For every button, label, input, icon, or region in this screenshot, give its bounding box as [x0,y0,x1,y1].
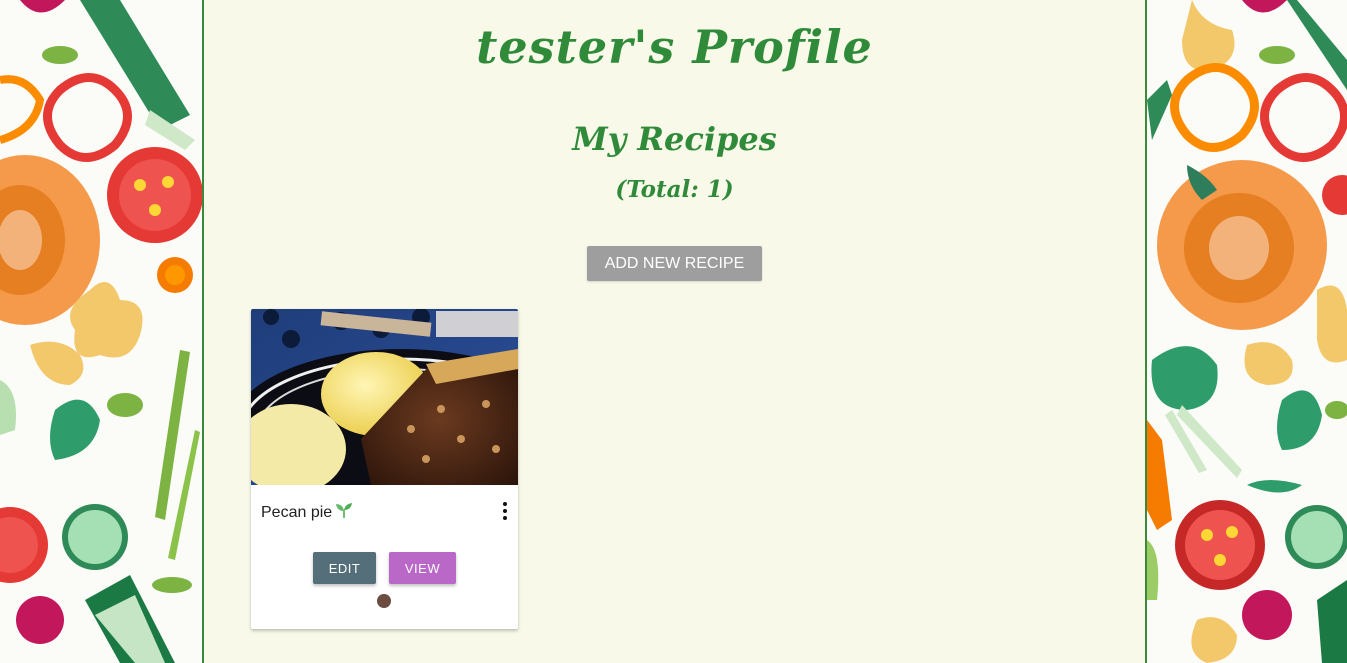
edit-recipe-button[interactable]: EDIT [313,552,376,584]
profile-title: tester's Profile [476,20,873,74]
recipe-total-count: (Total: 1) [615,176,734,203]
profile-panel: tester's Profile My Recipes (Total: 1) A… [202,0,1147,663]
status-dot [377,594,391,608]
recipe-card-title: Pecan pie [261,502,353,523]
recipe-name: Pecan pie [261,503,333,521]
my-recipes-heading: My Recipes [572,120,777,158]
view-recipe-button[interactable]: VIEW [389,552,456,584]
add-new-recipe-button[interactable]: ADD NEW RECIPE [587,246,762,281]
right-vegetable-background [1147,0,1347,663]
recipe-image[interactable] [251,309,518,485]
left-vegetable-background [0,0,202,663]
recipe-card: Pecan pie EDIT VIEW [251,309,518,629]
seedling-icon [335,502,353,523]
more-vert-icon[interactable] [498,502,512,520]
